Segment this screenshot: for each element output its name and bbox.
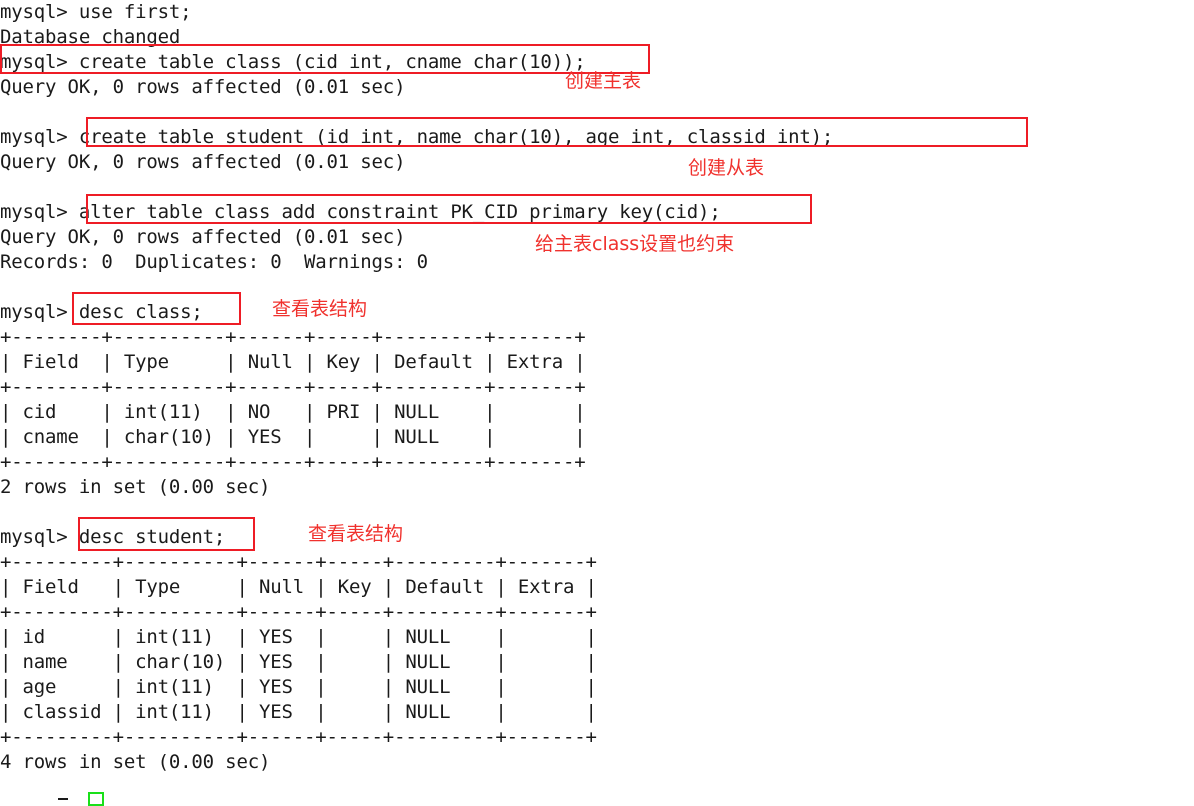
- annotation-label: 创建主表: [565, 70, 642, 92]
- terminal-line: | cid | int(11) | NO | PRI | NULL | |: [0, 401, 586, 423]
- terminal-output[interactable]: mysql> use first; Database changed mysql> …: [0, 0, 1194, 800]
- terminal-line: | Field | Type | Null | Key | Default | …: [0, 576, 597, 598]
- terminal-line: +---------+----------+------+-----+-----…: [0, 551, 597, 573]
- terminal-line: +--------+----------+------+-----+------…: [0, 326, 586, 348]
- terminal-line: +--------+----------+------+-----+------…: [0, 451, 586, 473]
- annotation-label: 创建从表: [688, 157, 765, 179]
- annotation-label: 查看表结构: [308, 523, 404, 545]
- terminal-line: +--------+----------+------+-----+------…: [0, 376, 586, 398]
- annotation-label: 给主表class设置也约束: [535, 233, 735, 255]
- terminal-line: +---------+----------+------+-----+-----…: [0, 726, 597, 748]
- terminal-line: | name | char(10) | YES | | NULL | |: [0, 651, 597, 673]
- terminal-line: +---------+----------+------+-----+-----…: [0, 601, 597, 623]
- terminal-line: mysql> desc student;: [0, 526, 226, 548]
- terminal-line: 4 rows in set (0.00 sec): [0, 751, 271, 773]
- terminal-line: | cname | char(10) | YES | | NULL | |: [0, 426, 586, 448]
- terminal-line: | Field | Type | Null | Key | Default | …: [0, 351, 586, 373]
- terminal-line: Database changed: [0, 26, 181, 48]
- terminal-cursor: [88, 792, 104, 806]
- terminal-line: mysql> create table student (id int, nam…: [0, 126, 834, 148]
- prompt-dash-icon: [58, 798, 68, 800]
- terminal-line: mysql> use first;: [0, 1, 192, 23]
- annotation-label: 查看表结构: [272, 298, 368, 320]
- terminal-line: | id | int(11) | YES | | NULL | |: [0, 626, 597, 648]
- terminal-line: 2 rows in set (0.00 sec): [0, 476, 271, 498]
- terminal-line: Query OK, 0 rows affected (0.01 sec): [0, 151, 406, 173]
- terminal-line: | classid | int(11) | YES | | NULL | |: [0, 701, 597, 723]
- terminal-line: mysql> alter table class add constraint …: [0, 201, 721, 223]
- terminal-line: mysql> desc class;: [0, 301, 203, 323]
- terminal-line: | age | int(11) | YES | | NULL | |: [0, 676, 597, 698]
